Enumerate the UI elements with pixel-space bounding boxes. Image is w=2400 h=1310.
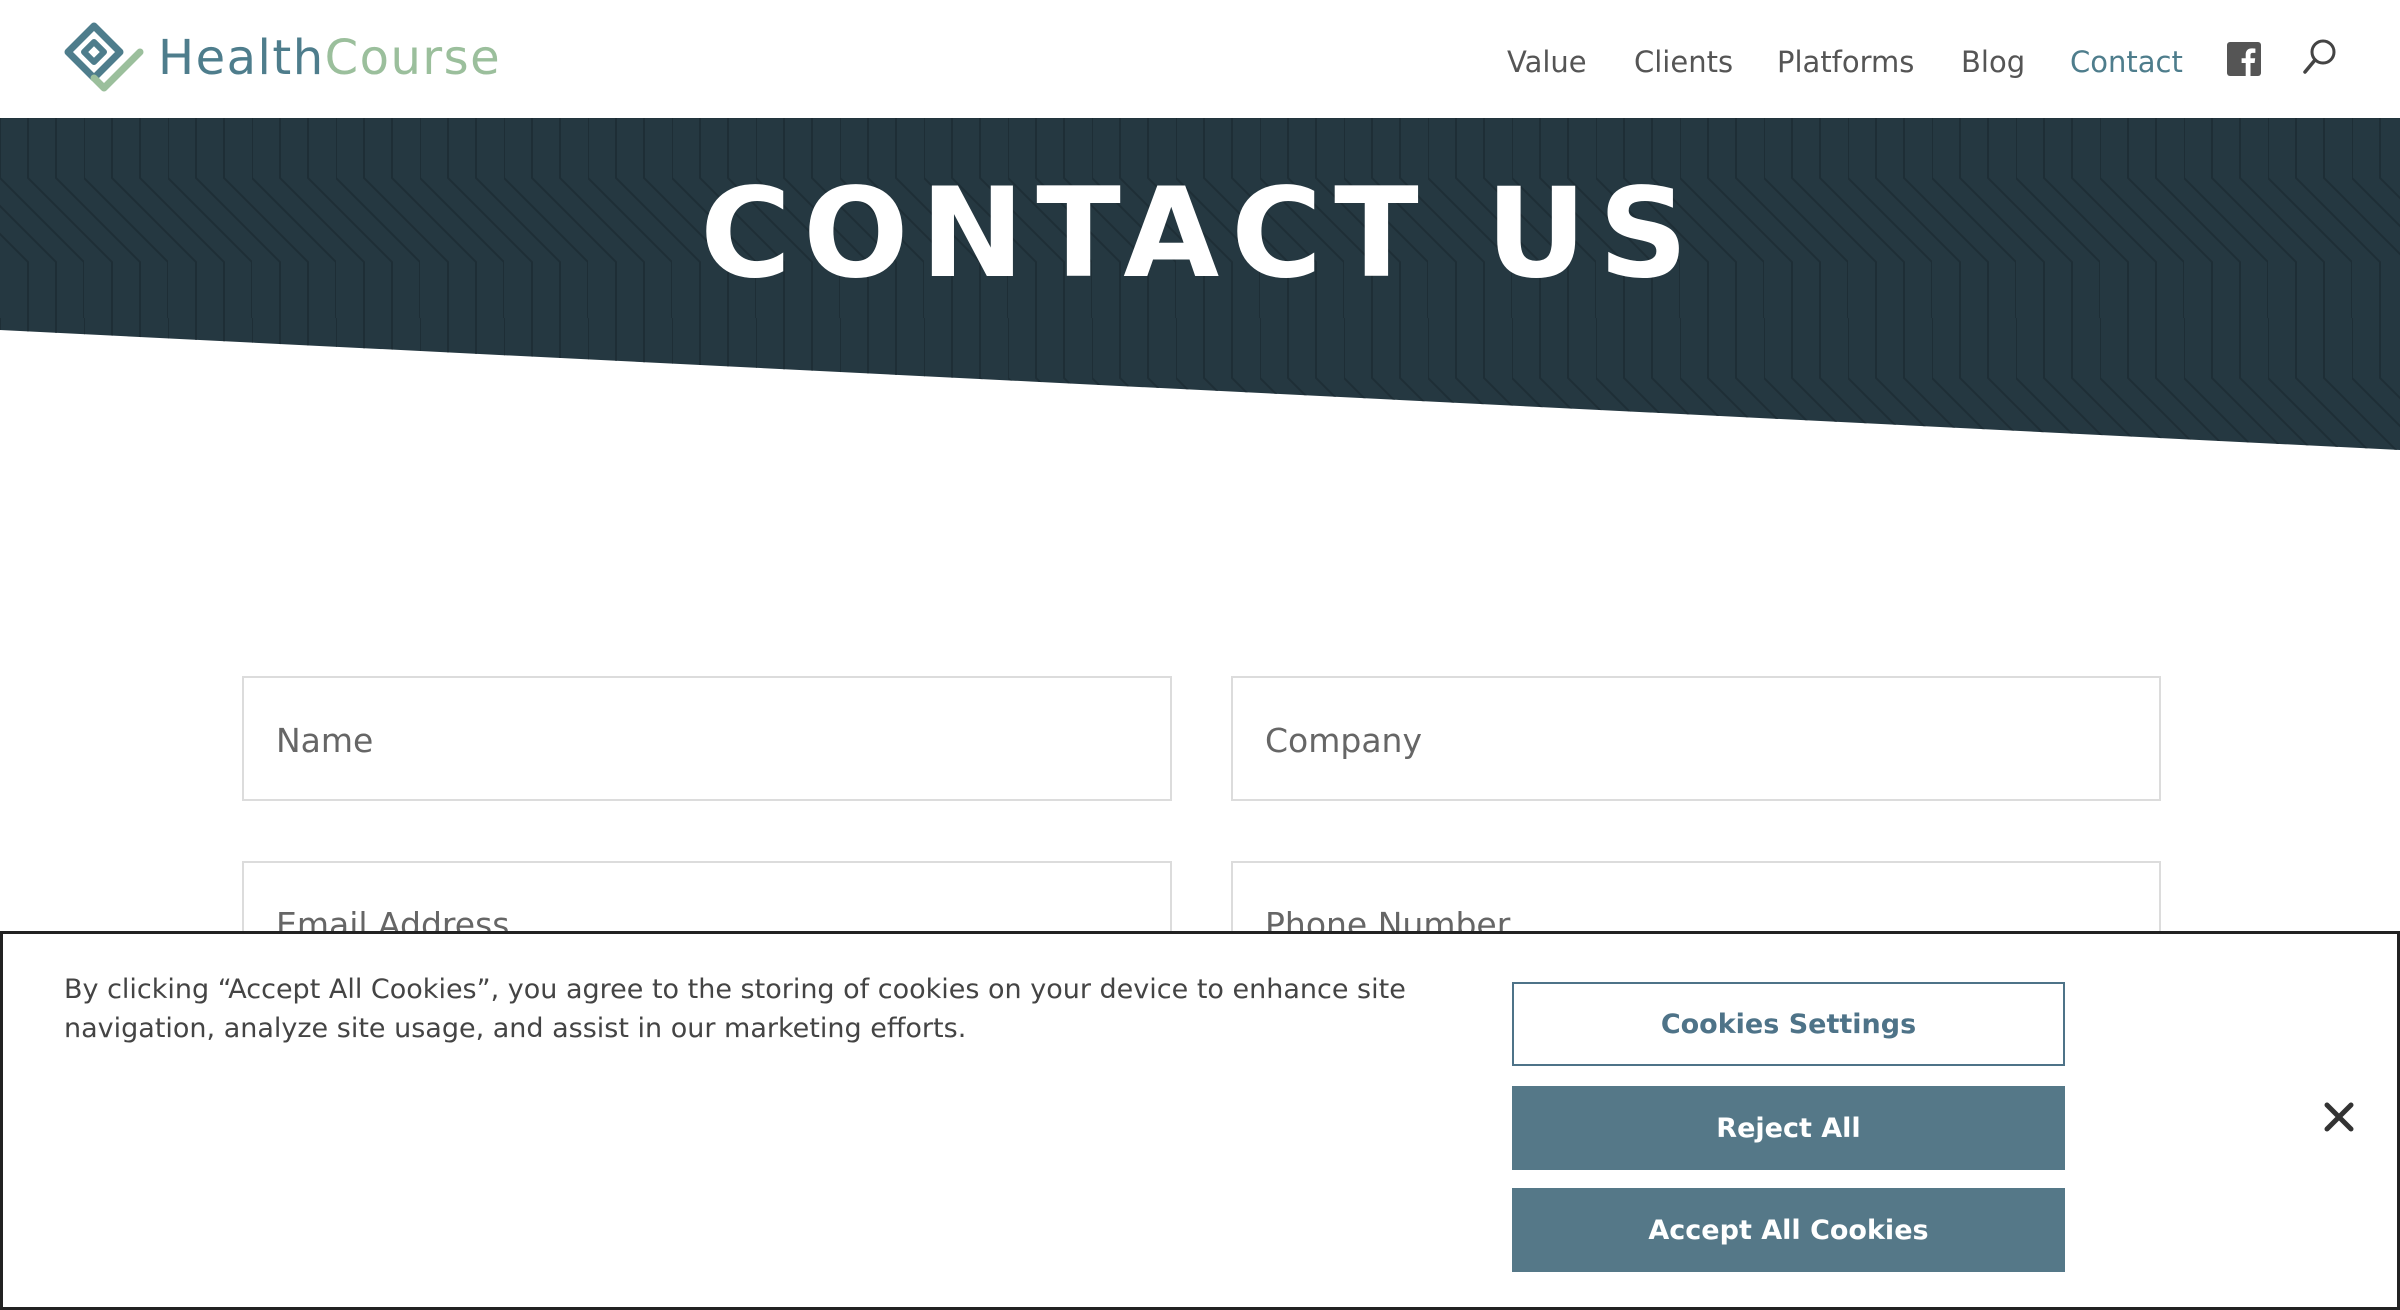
logo-text-course: Course bbox=[324, 30, 502, 86]
cookies-settings-button[interactable]: Cookies Settings bbox=[1512, 982, 2065, 1066]
hero-banner: CONTACT US bbox=[0, 118, 2400, 450]
healthcourse-logo-mark bbox=[64, 22, 144, 92]
company-placeholder: Company bbox=[1265, 721, 1422, 760]
cookie-banner: By clicking “Accept All Cookies”, you ag… bbox=[0, 931, 2400, 1310]
logo-text-health: Health bbox=[158, 30, 325, 86]
logo-text: HealthCourse bbox=[158, 30, 501, 86]
facebook-icon[interactable] bbox=[2227, 42, 2261, 76]
name-placeholder: Name bbox=[276, 721, 374, 760]
nav-item-contact[interactable]: Contact bbox=[2070, 40, 2183, 84]
close-icon[interactable] bbox=[2321, 1099, 2357, 1135]
nav-item-clients[interactable]: Clients bbox=[1634, 40, 1733, 84]
site-header: HealthCourse Value Clients Platforms Blo… bbox=[0, 0, 2400, 118]
nav-item-platforms[interactable]: Platforms bbox=[1777, 40, 1914, 84]
logo[interactable]: HealthCourse bbox=[64, 22, 501, 94]
reject-all-button[interactable]: Reject All bbox=[1512, 1086, 2065, 1170]
nav-item-blog[interactable]: Blog bbox=[1961, 40, 2025, 84]
accept-all-cookies-button[interactable]: Accept All Cookies bbox=[1512, 1188, 2065, 1272]
company-field[interactable]: Company bbox=[1231, 676, 2161, 801]
search-icon[interactable] bbox=[2302, 38, 2338, 76]
name-field[interactable]: Name bbox=[242, 676, 1172, 801]
page-title: CONTACT US bbox=[700, 162, 1700, 306]
cookie-message: By clicking “Accept All Cookies”, you ag… bbox=[64, 974, 1406, 1044]
nav-item-value[interactable]: Value bbox=[1507, 40, 1587, 84]
